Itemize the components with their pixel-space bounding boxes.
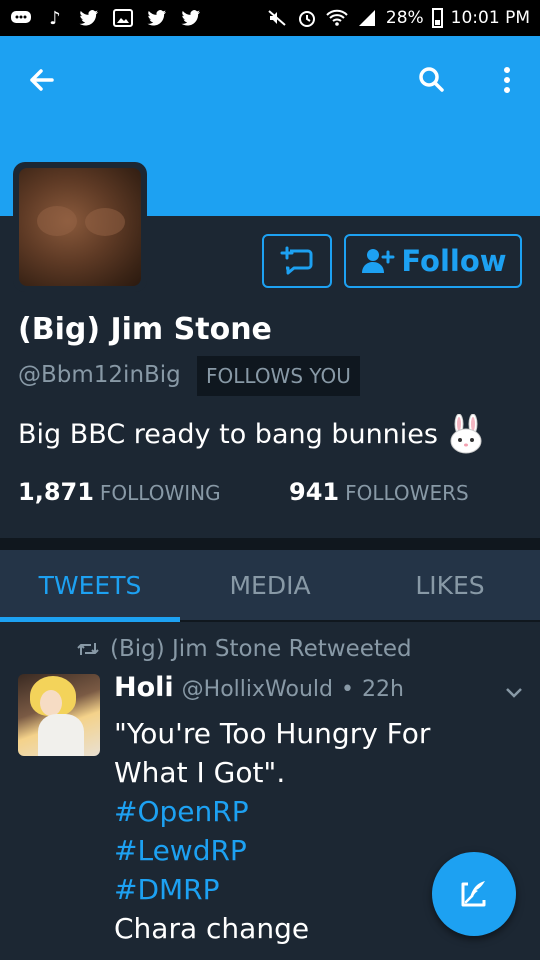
hashtag-openrp[interactable]: #OpenRP [114, 792, 514, 831]
battery-icon [431, 8, 443, 28]
profile-handle[interactable]: @Bbm12inBig [18, 362, 181, 388]
profile-bio: Big BBC ready to bang bunnies [18, 414, 484, 454]
tweet-time: 22h [361, 677, 404, 702]
bunny-emoji-icon [450, 414, 482, 454]
tweet-header: Holi @HollixWould • 22h [114, 672, 404, 703]
tab-tweets[interactable]: TWEETS [0, 550, 180, 622]
following-label: FOLLOWING [99, 481, 221, 505]
followers-label: FOLLOWERS [345, 481, 469, 505]
retweet-context: (Big) Jim Stone Retweeted [76, 636, 412, 662]
image-icon [112, 9, 134, 27]
search-button[interactable] [412, 60, 452, 100]
add-user-icon [362, 249, 395, 273]
chevron-down-icon [506, 688, 522, 698]
follows-you-badge: FOLLOWS YOU [197, 356, 360, 396]
music-note-icon: ♪ [49, 7, 61, 29]
twitter-bird-icon-2 [146, 9, 168, 27]
tweet-author-avatar[interactable] [18, 674, 100, 756]
retweet-note: (Big) Jim Stone Retweeted [110, 636, 412, 662]
tab-media[interactable]: MEDIA [180, 550, 360, 620]
signal-icon [356, 9, 378, 27]
notification-icons: ♪ [10, 7, 202, 29]
more-options-button[interactable] [490, 60, 524, 100]
tweet-author-handle[interactable]: @HollixWould [182, 677, 333, 702]
direct-message-icon [280, 246, 313, 275]
status-bar: ♪ 28% 10:01 PM [0, 0, 540, 36]
avatar-image [19, 168, 141, 286]
wifi-icon [326, 9, 348, 27]
system-indicators: 28% 10:01 PM [266, 8, 530, 28]
compose-tweet-icon [461, 881, 486, 907]
section-gap [0, 540, 540, 550]
compose-tweet-button[interactable] [432, 852, 516, 936]
twitter-bird-icon-3 [180, 9, 202, 27]
direct-message-button[interactable] [262, 234, 332, 288]
followers-count: 941 [289, 478, 340, 506]
arrow-left-icon [30, 69, 54, 91]
following-count: 1,871 [18, 478, 94, 506]
avatar-face [40, 690, 62, 716]
tweet-author-name[interactable]: Holi [114, 672, 174, 703]
twitter-bird-icon [78, 9, 100, 27]
search-icon [419, 67, 444, 92]
more-vertical-icon [504, 67, 510, 93]
retweet-icon [77, 643, 99, 655]
mute-icon [266, 9, 288, 27]
avatar-body [38, 714, 84, 756]
clock: 10:01 PM [450, 8, 530, 28]
profile-name: (Big) Jim Stone [18, 312, 272, 347]
tweet-options-button[interactable] [502, 682, 526, 702]
battery-percent: 28% [385, 8, 424, 28]
follow-button-label: Follow [401, 244, 507, 278]
bio-text: Big BBC ready to bang bunnies [18, 418, 438, 450]
profile-avatar[interactable] [13, 162, 147, 292]
tab-likes[interactable]: LIKES [360, 550, 540, 620]
tweet-separator: • [340, 677, 354, 702]
messages-icon [10, 9, 32, 27]
following-stat[interactable]: 1,871 FOLLOWING [18, 478, 221, 506]
tweet-text-line-2: What I Got". [114, 756, 286, 789]
profile-tabs: TWEETS MEDIA LIKES [0, 550, 540, 622]
alarm-icon [296, 9, 318, 27]
followers-stat[interactable]: 941 FOLLOWERS [289, 478, 469, 506]
follow-button[interactable]: Follow [344, 234, 522, 288]
back-button[interactable] [22, 60, 62, 100]
tweet-text-line-1: "You're Too Hungry For [114, 717, 431, 750]
